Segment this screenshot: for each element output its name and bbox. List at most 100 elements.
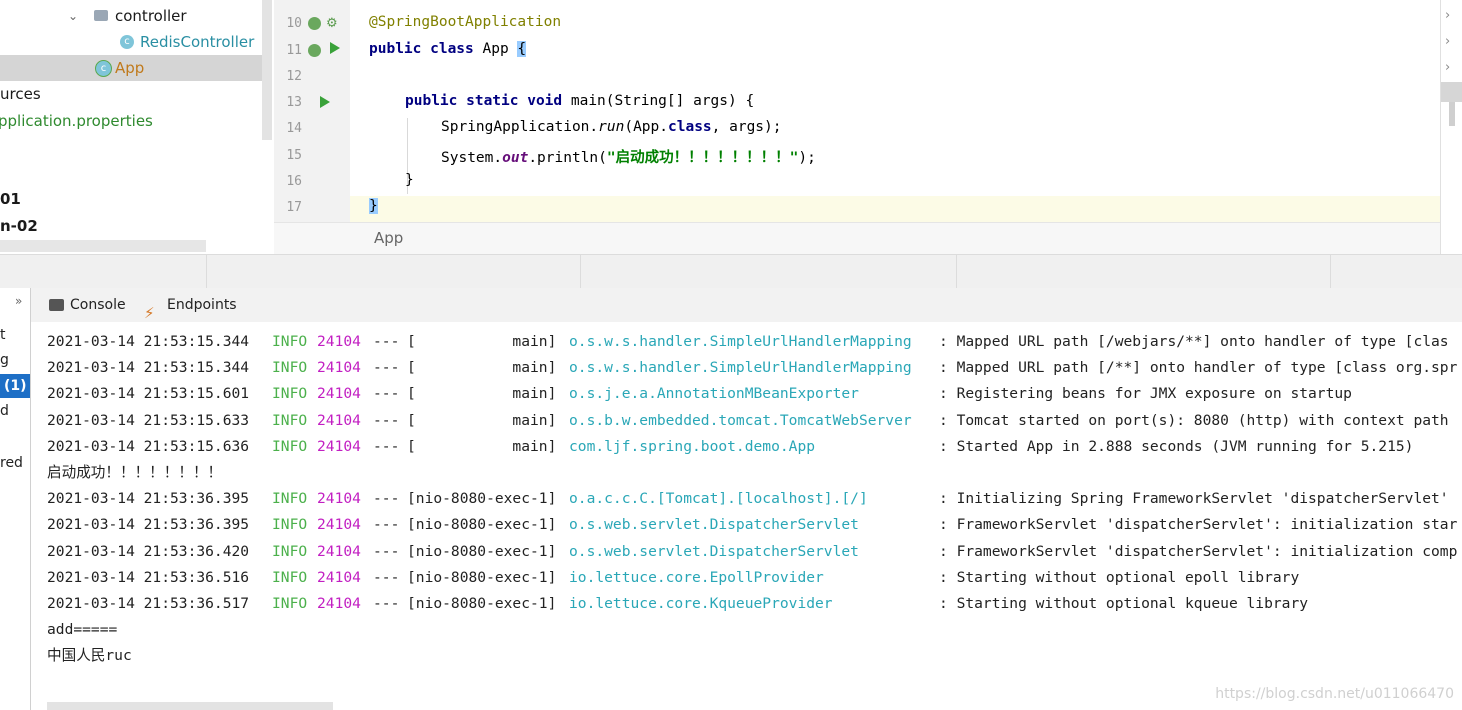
console-line: 2021-03-14 21:53:15.633 INFO 24104 --- [ mai… (47, 408, 1462, 434)
log-logger[interactable]: o.s.b.w.embedded.tomcat.TomcatWebServer (569, 408, 912, 434)
editor-scrollbar[interactable] (1449, 102, 1455, 126)
log-thread: [ main] (407, 437, 557, 455)
console-text: 中国人民ruc (47, 647, 132, 665)
chevron-right-icon[interactable]: › (1445, 8, 1450, 23)
breadcrumb-item[interactable]: App (374, 229, 403, 247)
log-message: : Initializing Spring FrameworkServlet '… (939, 490, 1449, 508)
line-number: 16 (286, 174, 302, 189)
run-config-count: (1) (4, 378, 27, 394)
run-icon[interactable] (330, 42, 340, 54)
log-message: : Starting without optional epoll librar… (939, 568, 1300, 586)
code-text: SpringApplication. (441, 119, 599, 135)
tree-item-label: controller (115, 7, 187, 25)
console-line: 2021-03-14 21:53:36.517 INFO 24104 --- [nio-… (47, 591, 1462, 617)
log-pid: 24104 (317, 385, 361, 403)
log-thread: [ main] (407, 333, 557, 350)
run-icon[interactable] (320, 96, 330, 108)
log-thread: [nio-8080-exec-1] (407, 568, 557, 586)
line-number: 15 (286, 148, 302, 163)
code-keyword: public static void (405, 93, 563, 109)
chevron-down-icon[interactable] (1441, 82, 1462, 102)
editor-gutter: 10 11 12 13 14 15 16 17 ⚙ (274, 0, 365, 222)
console-line: 2021-03-14 21:53:36.395 INFO 24104 --- [nio-… (47, 486, 1462, 512)
tree-scrollbar[interactable] (262, 0, 272, 140)
run-config-label[interactable]: t (0, 327, 6, 343)
log-message: : FrameworkServlet 'dispatcherServlet': … (939, 542, 1458, 560)
code-text: main(String[] args) { (562, 93, 755, 109)
log-timestamp: 2021-03-14 21:53:15.601 (47, 385, 250, 403)
log-level: INFO (272, 568, 308, 586)
log-logger[interactable]: o.s.j.e.a.AnnotationMBeanExporter (569, 381, 859, 407)
code-keyword: class (668, 119, 712, 135)
log-timestamp: 2021-03-14 21:53:36.517 (47, 595, 250, 612)
code-text: , args); (711, 119, 782, 135)
project-tree: ⌄ controller c RedisController c App urc… (0, 0, 274, 252)
console-line: 2021-03-14 21:53:15.636 INFO 24104 --- [ mai… (47, 434, 1462, 460)
spring-bean-icon[interactable] (308, 44, 321, 57)
run-config-label[interactable]: red (0, 455, 23, 471)
console-text: 启动成功！！！！！！！！ (47, 464, 223, 481)
log-message: : Starting without optional kqueue libra… (939, 595, 1309, 612)
chevron-down-icon[interactable]: ⌄ (68, 3, 78, 29)
log-timestamp: 2021-03-14 21:53:15.344 (47, 359, 250, 377)
spring-class-icon: c (95, 60, 112, 77)
console-line: 2021-03-14 21:53:15.601 INFO 24104 --- [ mai… (47, 381, 1462, 407)
log-logger[interactable]: com.ljf.spring.boot.demo.App (569, 434, 815, 460)
panel-separator[interactable] (0, 254, 1462, 290)
console-line: 2021-03-14 21:53:36.395 INFO 24104 --- [nio-… (47, 512, 1462, 538)
console-line: add===== (47, 617, 1462, 643)
class-icon: c (120, 35, 134, 49)
current-line-highlight (350, 196, 1440, 222)
log-timestamp: 2021-03-14 21:53:36.420 (47, 542, 250, 560)
tree-hscrollbar[interactable] (0, 240, 206, 252)
log-logger[interactable]: o.a.c.c.C.[Tomcat].[localhost].[/] (569, 486, 868, 512)
log-logger[interactable]: io.lettuce.core.EpollProvider (569, 565, 824, 591)
log-pid: 24104 (317, 542, 361, 560)
line-number: 13 (286, 95, 302, 110)
code-text: (App. (624, 119, 668, 135)
code-method: run (598, 119, 625, 135)
log-message: : Registering beans for JMX exposure on … (939, 385, 1352, 403)
editor-breadcrumb[interactable]: App (274, 222, 1440, 255)
run-config-selected[interactable]: (1) (0, 374, 30, 398)
console-line: 2021-03-14 21:53:15.344 INFO 24104 --- [ mai… (47, 329, 1462, 355)
log-pid: 24104 (317, 568, 361, 586)
code-editor[interactable]: @SpringBootApplication public class App … (350, 0, 1440, 222)
log-separator: --- (373, 359, 400, 377)
spring-bean-icon[interactable] (308, 17, 321, 30)
line-number: 10 (286, 16, 302, 31)
log-separator: --- (373, 437, 400, 455)
log-pid: 24104 (317, 411, 361, 429)
log-level: INFO (272, 595, 308, 612)
run-tool-tabs: » Console ⚡ Endpoints (15, 288, 1462, 323)
code-identifier: App (473, 41, 518, 57)
run-config-label[interactable]: d (0, 403, 9, 419)
code-text: System. (441, 150, 503, 166)
spring-config-icon[interactable]: ⚙ (326, 16, 338, 31)
log-pid: 24104 (317, 490, 361, 508)
right-tool-strip: › › › (1440, 0, 1462, 254)
log-thread: [nio-8080-exec-1] (407, 542, 557, 560)
log-logger[interactable]: o.s.w.s.handler.SimpleUrlHandlerMapping (569, 355, 912, 381)
tree-item-app[interactable]: c App (0, 55, 262, 81)
line-number: 12 (286, 69, 302, 84)
log-pid: 24104 (317, 516, 361, 534)
log-logger[interactable]: o.s.web.servlet.DispatcherServlet (569, 512, 859, 538)
log-logger[interactable]: o.s.w.s.handler.SimpleUrlHandlerMapping (569, 329, 912, 355)
log-logger[interactable]: io.lettuce.core.KqueueProvider (569, 591, 833, 617)
log-message: : Mapped URL path [/webjars/**] onto han… (939, 333, 1449, 350)
log-message: : Mapped URL path [/**] onto handler of … (939, 359, 1458, 377)
chevron-right-icon[interactable]: › (1445, 34, 1450, 49)
folder-icon (94, 10, 108, 21)
chevron-right-icon[interactable]: › (1445, 60, 1450, 75)
log-logger[interactable]: o.s.web.servlet.DispatcherServlet (569, 539, 859, 565)
run-config-label[interactable]: g (0, 352, 9, 368)
code-line-16: } (405, 172, 414, 188)
log-timestamp: 2021-03-14 21:53:36.395 (47, 490, 250, 508)
log-thread: [nio-8080-exec-1] (407, 490, 557, 508)
more-tabs-icon[interactable]: » (15, 294, 22, 308)
log-level: INFO (272, 411, 308, 429)
console-hscrollbar[interactable] (47, 702, 333, 710)
log-thread: [nio-8080-exec-1] (407, 595, 557, 612)
console-output[interactable]: 2021-03-14 21:53:15.344 INFO 24104 --- [ mai… (31, 322, 1462, 710)
